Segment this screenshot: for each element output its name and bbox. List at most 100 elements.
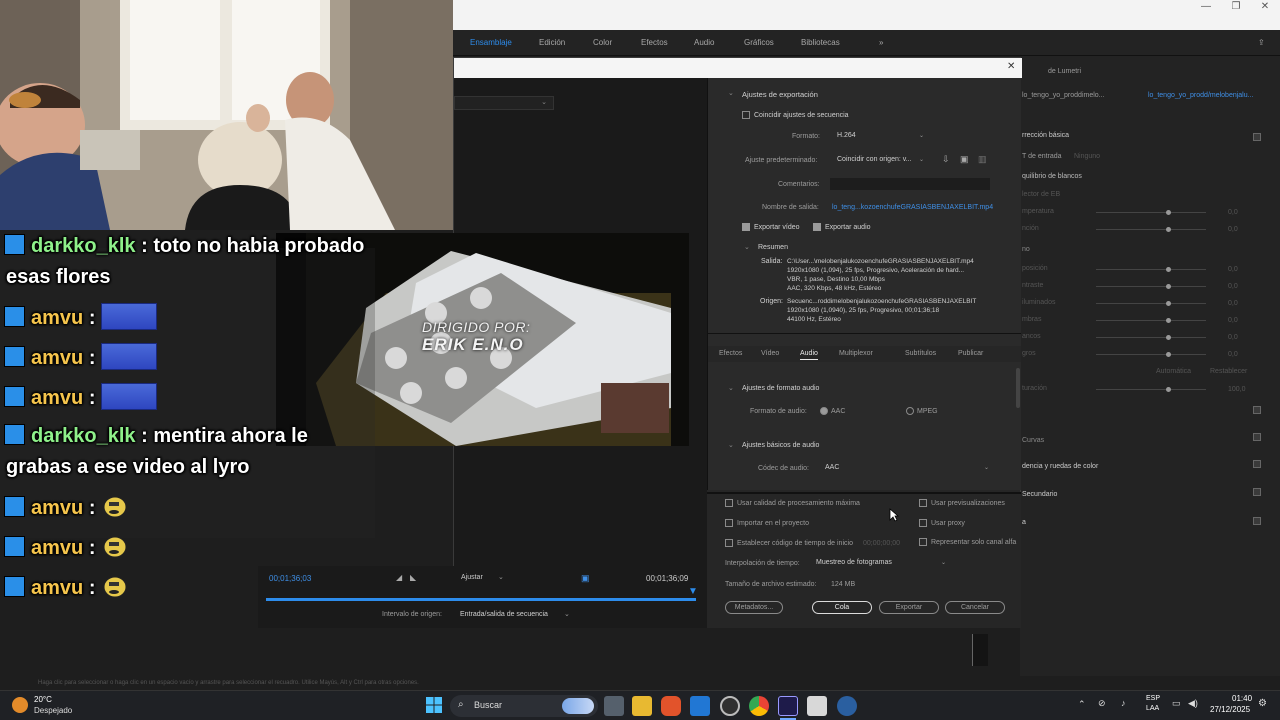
slider-knob[interactable] [1166, 301, 1171, 306]
queue-button[interactable]: Cola [812, 601, 872, 614]
lumetri-auto-button[interactable]: Automática [1156, 368, 1191, 375]
close-window-icon[interactable]: ✕ [1250, 0, 1280, 14]
export-button[interactable]: Exportar [879, 601, 939, 614]
format-dropdown[interactable]: H.264 ⌄ [834, 130, 927, 142]
lumetri-slider[interactable] [1096, 210, 1206, 215]
lumetri-slider[interactable] [1096, 284, 1206, 289]
slider-knob[interactable] [1166, 210, 1171, 215]
tab-video[interactable]: Vídeo [761, 350, 779, 357]
task-view-icon[interactable] [604, 696, 624, 716]
metadata-button[interactable]: Metadatos... [725, 601, 783, 614]
minimize-icon[interactable]: — [1191, 0, 1221, 14]
alpha-only-checkbox[interactable] [919, 538, 927, 546]
fit-dropdown[interactable]: Ajustar [461, 574, 483, 581]
collapse-chevron-icon[interactable]: ⌄ [728, 441, 734, 449]
slider-knob[interactable] [1166, 267, 1171, 272]
slider-knob[interactable] [1166, 387, 1171, 392]
comments-input[interactable] [830, 178, 990, 190]
mpeg-radio[interactable] [906, 407, 914, 415]
mark-in-icon[interactable]: ◢ [396, 573, 402, 582]
weather-desc[interactable]: Despejado [34, 706, 72, 715]
delete-preset-icon[interactable]: ▥ [978, 154, 987, 165]
maximize-icon[interactable]: ❐ [1221, 0, 1251, 14]
collapse-chevron-icon[interactable]: ⌄ [728, 89, 734, 97]
workspace-tab-efectos[interactable]: Efectos [641, 38, 668, 47]
lumetri-secondary[interactable]: Secundario [1022, 491, 1057, 498]
share-icon[interactable]: ⇪ [1258, 38, 1265, 47]
max-render-quality-checkbox[interactable] [725, 499, 733, 507]
workspace-tab-color[interactable]: Color [593, 38, 612, 47]
chat-username[interactable]: amvu [31, 387, 83, 409]
clock-date[interactable]: 27/12/2025 [1210, 705, 1250, 714]
notifications-icon[interactable]: ⚙ [1258, 698, 1267, 709]
workspace-tab-edicion[interactable]: Edición [539, 38, 565, 47]
use-previews-checkbox[interactable] [919, 499, 927, 507]
weather-temp[interactable]: 20°C [34, 695, 52, 704]
lumetri-slider[interactable] [1096, 335, 1206, 340]
lumetri-value[interactable]: 0,0 [1228, 351, 1238, 358]
volume-icon[interactable]: ◀) [1188, 698, 1198, 709]
tab-multiplexor[interactable]: Multiplexor [839, 350, 873, 357]
tab-audio[interactable]: Audio [800, 350, 818, 360]
timeline-range-bar[interactable] [266, 598, 696, 601]
lumetri-toggle-checkbox[interactable] [1253, 517, 1261, 525]
weather-sun-icon[interactable] [12, 697, 28, 713]
lumetri-value[interactable]: 100,0 [1228, 386, 1246, 393]
slider-knob[interactable] [1166, 227, 1171, 232]
lumetri-toggle-checkbox[interactable] [1253, 433, 1261, 441]
chat-username[interactable]: amvu [31, 347, 83, 369]
file-explorer-icon[interactable] [632, 696, 652, 716]
slider-knob[interactable] [1166, 335, 1171, 340]
lumetri-value[interactable]: 0,0 [1228, 266, 1238, 273]
lumetri-color-wheels[interactable]: dencia y ruedas de color [1022, 463, 1098, 470]
source-dropdown[interactable]: ⌄ [454, 96, 554, 110]
collapse-chevron-icon[interactable]: ⌄ [728, 384, 734, 392]
workspace-tab-audio[interactable]: Audio [694, 38, 714, 47]
import-project-checkbox[interactable] [725, 519, 733, 527]
chat-username[interactable]: amvu [31, 537, 83, 559]
import-preset-icon[interactable]: ▣ [960, 154, 969, 165]
lumetri-toggle-checkbox[interactable] [1253, 488, 1261, 496]
lumetri-slider[interactable] [1096, 387, 1206, 392]
lumetri-value[interactable]: 0,0 [1228, 334, 1238, 341]
lumetri-slider[interactable] [1096, 267, 1206, 272]
cancel-button[interactable]: Cancelar [945, 601, 1005, 614]
chevron-down-icon[interactable]: ⌄ [498, 573, 504, 581]
windows-start-icon[interactable] [426, 697, 442, 713]
lumetri-value[interactable]: 0,0 [1228, 209, 1238, 216]
aac-radio[interactable] [820, 407, 828, 415]
start-timecode-value[interactable]: 00;00;00;00 [863, 540, 900, 547]
lumetri-basic-correction[interactable]: rrección básica [1022, 132, 1069, 139]
settings-gear-icon[interactable] [837, 696, 857, 716]
mark-out-icon[interactable]: ◣ [410, 573, 416, 582]
lumetri-curves[interactable]: Curvas [1022, 437, 1044, 444]
chrome-icon[interactable] [749, 696, 769, 716]
lumetri-slider[interactable] [1096, 301, 1206, 306]
lumetri-seq-name[interactable]: lo_tengo_yo_proddimelo... [1022, 92, 1105, 99]
timecode-in[interactable]: 00;01;36;03 [269, 574, 311, 583]
network-off-icon[interactable]: ⊘ [1098, 698, 1106, 709]
chat-username[interactable]: amvu [31, 577, 83, 599]
taskbar-search-input[interactable]: ⌕ Buscar [450, 695, 598, 717]
save-preset-icon[interactable]: ⇩ [942, 154, 950, 165]
lumetri-toggle-checkbox[interactable] [1253, 406, 1261, 414]
lumetri-slider[interactable] [1096, 227, 1206, 232]
tab-publicar[interactable]: Publicar [958, 350, 983, 357]
lumetri-value[interactable]: 0,0 [1228, 226, 1238, 233]
microphone-icon[interactable]: ♪ [1121, 698, 1126, 708]
chat-username[interactable]: amvu [31, 497, 83, 519]
notepad-icon[interactable] [807, 696, 827, 716]
chat-username[interactable]: amvu [31, 307, 83, 329]
lumetri-toggle-checkbox[interactable] [1253, 460, 1261, 468]
premiere-pro-icon[interactable] [778, 696, 798, 716]
export-video-checkbox[interactable] [742, 223, 750, 231]
chat-username[interactable]: darkko_klk [31, 235, 136, 257]
tab-subtitulos[interactable]: Subtítulos [905, 350, 936, 357]
lumetri-vignette[interactable]: a [1022, 519, 1026, 526]
time-interpolation-dropdown[interactable]: Muestreo de fotogramas ⌄ [813, 557, 949, 569]
lumetri-slider[interactable] [1096, 318, 1206, 323]
workspace-tab-graficos[interactable]: Gráficos [744, 38, 774, 47]
language-line1[interactable]: ESP [1146, 695, 1160, 702]
chevron-down-icon[interactable]: ⌄ [564, 610, 570, 618]
chevron-up-icon[interactable]: ⌃ [1078, 699, 1086, 710]
